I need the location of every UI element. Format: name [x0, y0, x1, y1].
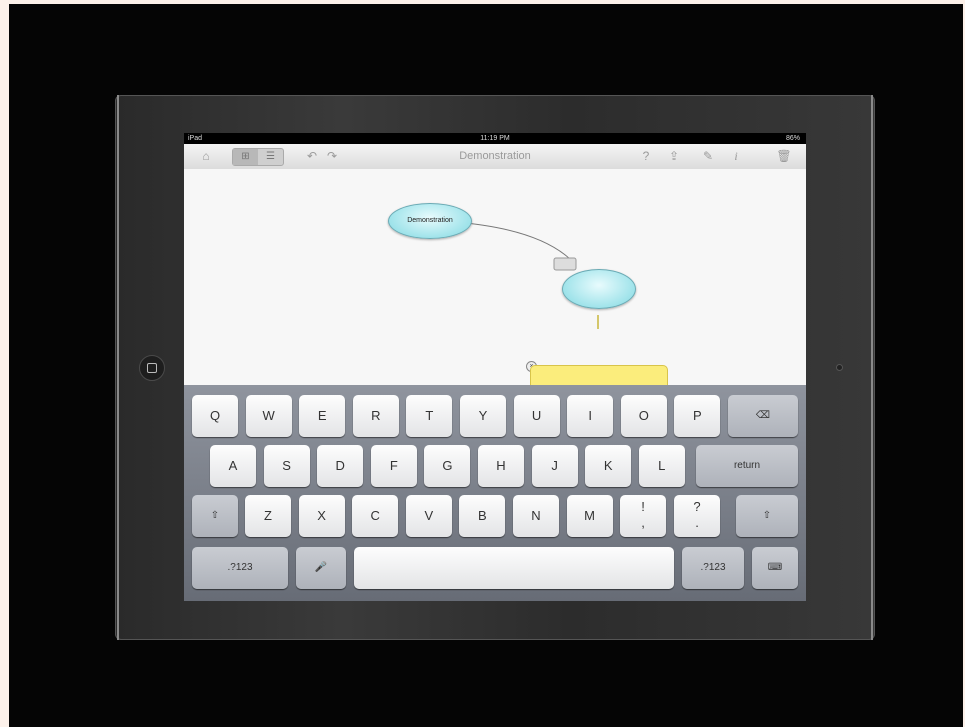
key-f[interactable]: F [370, 445, 417, 487]
key-t[interactable]: T [406, 395, 453, 437]
info-icon[interactable]: i [728, 148, 744, 164]
mindmap-canvas[interactable]: Demonstration × | [184, 169, 806, 427]
home-button[interactable] [139, 355, 165, 381]
connector-line [453, 221, 599, 329]
key-n[interactable]: N [513, 495, 559, 537]
key-j[interactable]: J [531, 445, 578, 487]
numbers-key-left[interactable]: .?123 [192, 547, 288, 589]
key-u[interactable]: U [513, 395, 560, 437]
camera [836, 364, 843, 371]
ipad-screen: iPad 11:19 PM 86% ⌂ ⊞ ☰ ↶ ↷ Demonstratio… [184, 133, 806, 601]
key-r[interactable]: R [352, 395, 399, 437]
key-m[interactable]: M [566, 495, 613, 537]
key-o[interactable]: O [620, 395, 667, 437]
redo-icon[interactable]: ↷ [324, 148, 340, 164]
child-node[interactable] [562, 269, 636, 309]
key-v[interactable]: V [405, 495, 452, 537]
backspace-key[interactable]: ⌫ [728, 395, 798, 437]
key-y[interactable]: Y [460, 395, 506, 437]
map-view-icon[interactable]: ⊞ [233, 149, 258, 165]
share-icon[interactable]: ⇪ [666, 148, 682, 164]
key-z[interactable]: Z [245, 495, 291, 537]
key-i[interactable]: I [567, 395, 614, 437]
shift-key-right[interactable]: ⇧ [736, 495, 798, 537]
key-x[interactable]: X [298, 495, 345, 537]
key-a[interactable]: A [210, 445, 256, 487]
key-b[interactable]: B [459, 495, 506, 537]
return-key[interactable]: return [696, 445, 798, 487]
key-c[interactable]: C [352, 495, 399, 537]
space-key[interactable] [354, 547, 674, 589]
numbers-key-right[interactable]: .?123 [682, 547, 744, 589]
app-toolbar: ⌂ ⊞ ☰ ↶ ↷ Demonstration ? ⇪ ✎ i 🗑 [184, 144, 806, 170]
undo-icon[interactable]: ↶ [304, 148, 320, 164]
key-q[interactable]: Q [192, 395, 238, 437]
key-l[interactable]: L [638, 445, 685, 487]
key-p[interactable]: P [674, 395, 721, 437]
outline-view-icon[interactable]: ☰ [258, 149, 283, 165]
status-time: 11:19 PM [480, 135, 510, 142]
key-e[interactable]: E [299, 395, 346, 437]
key-w[interactable]: W [245, 395, 292, 437]
shift-key-left[interactable]: ⇧ [192, 495, 238, 537]
key-question[interactable]: ? . [674, 495, 720, 537]
help-icon[interactable]: ? [638, 148, 654, 164]
hide-keyboard-icon[interactable]: ⌨ [752, 547, 798, 589]
battery-label: 86% [785, 135, 800, 142]
edit-icon[interactable]: ✎ [700, 148, 716, 164]
key-h[interactable]: H [478, 445, 524, 487]
key-d[interactable]: D [317, 445, 364, 487]
root-node[interactable]: Demonstration [388, 203, 472, 239]
key-exclamation[interactable]: ! , [620, 495, 666, 537]
key-s[interactable]: S [263, 445, 310, 487]
view-switcher[interactable]: ⊞ ☰ [232, 148, 284, 166]
status-bar: iPad 11:19 PM 86% [184, 133, 806, 144]
trash-icon[interactable]: 🗑 [776, 148, 792, 164]
microphone-icon[interactable]: 🎤 [296, 547, 346, 589]
key-k[interactable]: K [585, 445, 632, 487]
onscreen-keyboard: Q W E R T Y U I O P ⌫ A S D F G H J K Lreturn ⇧ Z X C V B N M! ,? .… [184, 385, 806, 601]
home-icon[interactable]: ⌂ [198, 148, 214, 164]
key-g[interactable]: G [424, 445, 471, 487]
